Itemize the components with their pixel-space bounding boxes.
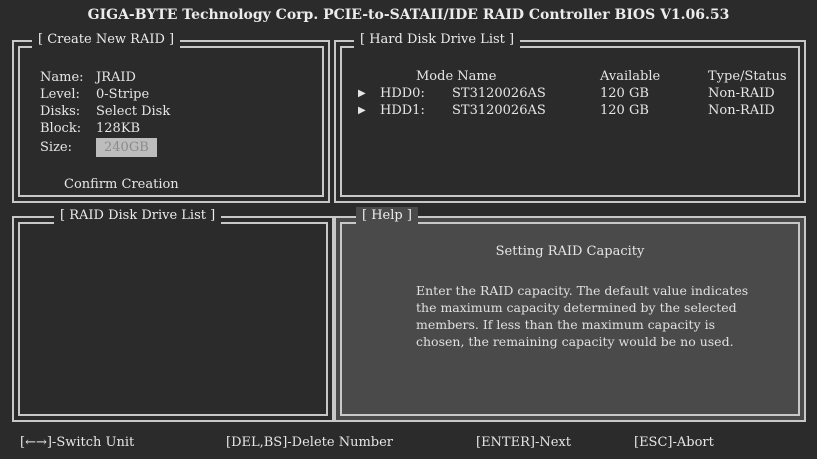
raid-block-label: Block: [40, 121, 82, 136]
raid-disks-row[interactable]: Disks: Select Disk [40, 104, 170, 120]
raid-level-value[interactable]: 0-Stripe [96, 87, 149, 102]
raid-name-label: Name: [40, 70, 84, 85]
hdd1-arrow-icon: ▶ [358, 105, 366, 116]
hdd0-model: ST3120026AS [452, 86, 546, 101]
raid-name-value[interactable]: JRAID [96, 70, 136, 85]
raid-disk-list-heading: [ RAID Disk Drive List ] [54, 207, 222, 225]
raid-level-label: Level: [40, 87, 80, 102]
raid-level-row[interactable]: Level: 0-Stripe [40, 87, 149, 103]
create-raid-heading: [ Create New RAID ] [32, 31, 181, 49]
hdd1-model: ST3120026AS [452, 103, 546, 118]
raid-disk-list-panel: [ RAID Disk Drive List ] [12, 207, 334, 422]
hdd0-status: Non-RAID [708, 86, 775, 101]
col-type-status: Type/Status [708, 69, 787, 84]
raid-disks-label: Disks: [40, 104, 81, 119]
hdd1-id: HDD1: [380, 103, 425, 118]
raid-block-value[interactable]: 128KB [96, 121, 140, 136]
raid-name-row[interactable]: Name: JRAID [40, 70, 136, 86]
raid-size-label: Size: [40, 140, 72, 155]
raid-size-row[interactable]: Size: 240GB [40, 138, 157, 157]
hdd0-id: HDD0: [380, 86, 425, 101]
col-mode-name: Mode Name [416, 69, 497, 84]
hdd0-available: 120 GB [600, 86, 649, 101]
hdd-row-1[interactable]: ▶ HDD1: ST3120026AS 120 GB Non-RAID [358, 103, 788, 119]
hint-switch-unit: [←→]-Switch Unit [20, 435, 135, 450]
key-hints-bar: [←→]-Switch Unit [DEL,BS]-Delete Number … [0, 426, 817, 459]
help-heading: [ Help ] [356, 207, 418, 225]
raid-size-field[interactable]: 240GB [96, 138, 157, 157]
help-subtitle: Setting RAID Capacity [495, 244, 645, 259]
raid-block-row[interactable]: Block: 128KB [40, 121, 140, 137]
hdd-list-panel: [ Hard Disk Drive List ] Mode Name Avail… [334, 31, 806, 203]
hdd1-status: Non-RAID [708, 103, 775, 118]
hdd1-available: 120 GB [600, 103, 649, 118]
hint-next: [ENTER]-Next [476, 435, 571, 450]
bios-title: GIGA-BYTE Technology Corp. PCIE-to-SATAI… [87, 7, 730, 23]
col-available: Available [600, 69, 661, 84]
hdd0-arrow-icon: ▶ [358, 88, 366, 99]
raid-disks-value[interactable]: Select Disk [96, 104, 170, 119]
help-body: Enter the RAID capacity. The default val… [416, 283, 749, 349]
hdd-list-heading: [ Hard Disk Drive List ] [354, 31, 521, 49]
hint-delete-number: [DEL,BS]-Delete Number [226, 435, 393, 450]
hint-abort: [ESC]-Abort [634, 435, 714, 450]
create-raid-panel: [ Create New RAID ] Name: JRAID Level: 0-S… [12, 31, 330, 203]
hdd-row-0[interactable]: ▶ HDD0: ST3120026AS 120 GB Non-RAID [358, 86, 788, 102]
confirm-creation-button[interactable]: Confirm Creation [64, 177, 179, 193]
help-panel: [ Help ] Setting RAID Capacity Enter the… [334, 207, 806, 422]
